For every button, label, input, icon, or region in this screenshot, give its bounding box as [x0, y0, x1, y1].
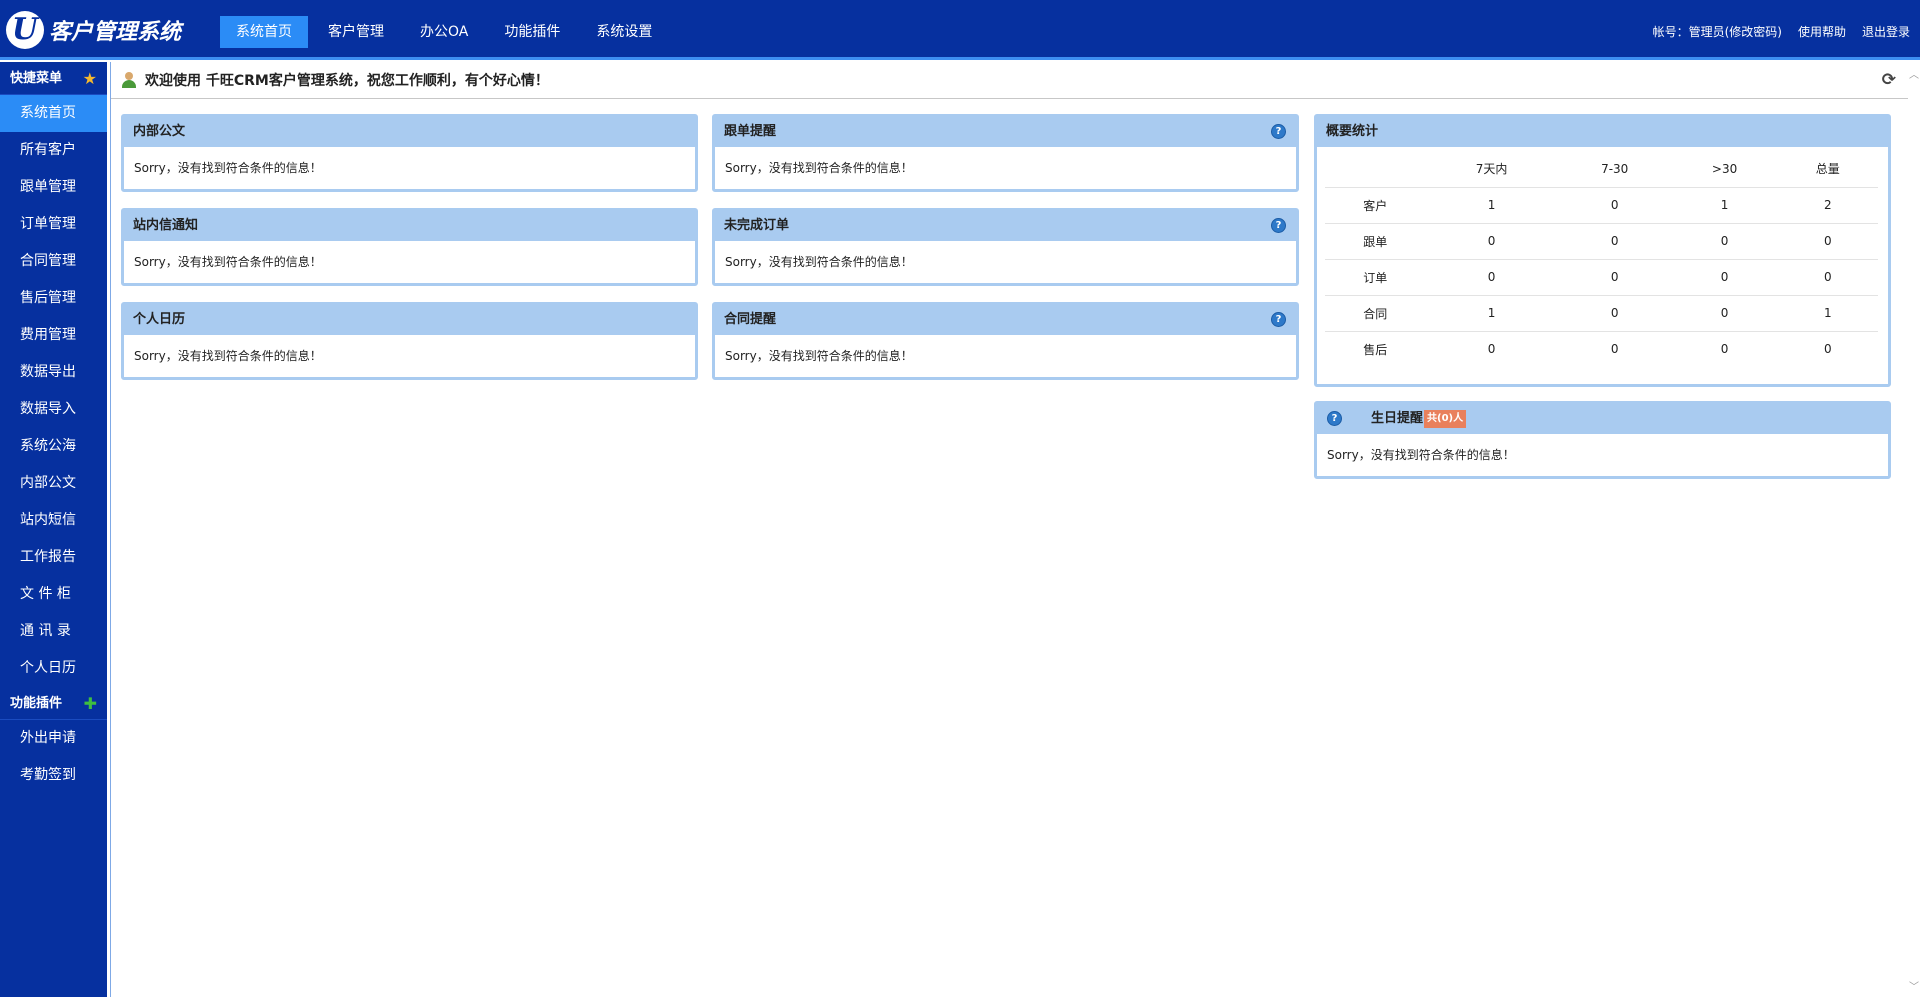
panel-calendar: 个人日历 Sorry，没有找到符合条件的信息！ — [121, 302, 698, 380]
sidebar-item-home[interactable]: 系统首页 — [0, 95, 107, 132]
sidebar-item-public-pool[interactable]: 系统公海 — [0, 428, 107, 465]
sidebar-item-followup[interactable]: 跟单管理 — [0, 169, 107, 206]
panel-empty-msg: Sorry，没有找到符合条件的信息！ — [725, 349, 913, 363]
sidebar-item-orders[interactable]: 订单管理 — [0, 206, 107, 243]
sidebar-group-title: 功能插件 — [10, 696, 63, 711]
panel-title: 个人日历 — [124, 305, 695, 335]
table-row: 客户 1 0 1 2 — [1325, 186, 1878, 223]
table-row: 售后 0 0 0 0 — [1325, 330, 1878, 367]
sidebar-item-data-import[interactable]: 数据导入 — [0, 391, 107, 428]
welcome-bar: 欢迎使用 千旺CRM客户管理系统，祝您工作顺利，有个好心情！ ⟳ — [111, 62, 1908, 99]
panel-title: 合同提醒 — [724, 312, 777, 327]
nav-settings[interactable]: 系统设置 — [580, 16, 668, 48]
sidebar-item-contracts[interactable]: 合同管理 — [0, 243, 107, 280]
panel-title: 站内信通知 — [124, 211, 695, 241]
help-icon[interactable]: ? — [1327, 411, 1342, 426]
panel-title: 生日提醒 — [1371, 411, 1424, 426]
panel-empty-msg: Sorry，没有找到符合条件的信息！ — [134, 349, 322, 363]
panel-empty-msg: Sorry，没有找到符合条件的信息！ — [134, 255, 322, 269]
top-header: U 客户管理系统 系统首页 客户管理 办公OA 功能插件 系统设置 帐号：管理员… — [0, 0, 1920, 60]
sidebar-item-data-export[interactable]: 数据导出 — [0, 354, 107, 391]
panel-open-orders: 未完成订单 ? Sorry，没有找到符合条件的信息！ — [712, 208, 1299, 286]
welcome-text: 欢迎使用 千旺CRM客户管理系统，祝您工作顺利，有个好心情！ — [145, 73, 549, 89]
refresh-icon[interactable]: ⟳ — [1882, 70, 1896, 90]
sidebar-item-all-customers[interactable]: 所有客户 — [0, 132, 107, 169]
panel-title: 跟单提醒 — [724, 124, 777, 139]
sidebar-group-plugins: 功能插件 ✚ — [0, 687, 107, 720]
sidebar-item-internal-docs[interactable]: 内部公文 — [0, 465, 107, 502]
sidebar: 快捷菜单 ★ 系统首页 所有客户 跟单管理 订单管理 合同管理 售后管理 费用管… — [0, 62, 107, 997]
sidebar-group-title: 快捷菜单 — [10, 71, 63, 86]
nav-home[interactable]: 系统首页 — [220, 16, 308, 48]
scroll-up-icon[interactable]: ︿ — [1908, 66, 1920, 81]
logo-mark: U — [6, 11, 44, 49]
panel-title: 内部公文 — [124, 117, 695, 147]
top-links: 帐号：管理员(修改密码) 使用帮助 退出登录 — [1637, 23, 1910, 40]
panel-empty-msg: Sorry，没有找到符合条件的信息！ — [725, 255, 913, 269]
sidebar-item-after-sales[interactable]: 售后管理 — [0, 280, 107, 317]
sidebar-item-out-request[interactable]: 外出申请 — [0, 720, 107, 757]
help-icon[interactable]: ? — [1271, 124, 1286, 139]
puzzle-icon: ✚ — [83, 694, 97, 713]
sidebar-item-messages[interactable]: 站内短信 — [0, 502, 107, 539]
table-header-row: 7天内 7-30 >30 总量 — [1325, 151, 1878, 187]
main-content: 欢迎使用 千旺CRM客户管理系统，祝您工作顺利，有个好心情！ ⟳ 内部公文 So… — [110, 62, 1908, 997]
count-badge: 共(0)人 — [1424, 409, 1467, 428]
help-icon[interactable]: ? — [1271, 218, 1286, 233]
help-icon[interactable]: ? — [1271, 312, 1286, 327]
table-row: 订单 0 0 0 0 — [1325, 258, 1878, 295]
page-scrollbar[interactable]: ︿ ﹀ — [1908, 62, 1920, 997]
sidebar-group-quick: 快捷菜单 ★ — [0, 62, 107, 95]
col-7days: 7天内 — [1475, 162, 1508, 177]
panel-title: 概要统计 — [1317, 117, 1888, 147]
panel-internal-docs: 内部公文 Sorry，没有找到符合条件的信息！ — [121, 114, 698, 192]
user-icon — [121, 72, 137, 88]
sidebar-item-address-book[interactable]: 通 讯 录 — [0, 613, 107, 650]
nav-plugins[interactable]: 功能插件 — [488, 16, 576, 48]
sidebar-item-work-reports[interactable]: 工作报告 — [0, 539, 107, 576]
sidebar-item-calendar[interactable]: 个人日历 — [0, 650, 107, 687]
col-total: 总量 — [1815, 162, 1840, 177]
sidebar-item-file-cabinet[interactable]: 文 件 柜 — [0, 576, 107, 613]
panel-messages: 站内信通知 Sorry，没有找到符合条件的信息！ — [121, 208, 698, 286]
stats-table: 7天内 7-30 >30 总量 客户 1 0 1 2 跟单 0 0 0 0 订单… — [1325, 151, 1878, 367]
table-row: 跟单 0 0 0 0 — [1325, 222, 1878, 259]
panel-birthday-reminders: ? 生日提醒 共(0)人 Sorry，没有找到符合条件的信息！ — [1314, 401, 1891, 479]
nav-office-oa[interactable]: 办公OA — [404, 16, 484, 48]
nav-customers[interactable]: 客户管理 — [312, 16, 400, 48]
panel-contract-reminders: 合同提醒 ? Sorry，没有找到符合条件的信息！ — [712, 302, 1299, 380]
star-icon: ★ — [82, 69, 97, 88]
panel-empty-msg: Sorry，没有找到符合条件的信息！ — [134, 161, 322, 175]
panel-title: 未完成订单 — [724, 218, 790, 233]
scroll-down-icon[interactable]: ﹀ — [1908, 978, 1920, 993]
panel-followup: 跟单提醒 ? Sorry，没有找到符合条件的信息！ — [712, 114, 1299, 192]
logo[interactable]: U 客户管理系统 — [6, 10, 181, 50]
panel-summary-stats: 概要统计 7天内 7-30 >30 总量 客户 1 0 1 2 跟单 0 0 0… — [1314, 114, 1891, 387]
table-row: 合同 1 0 0 1 — [1325, 294, 1878, 331]
panel-empty-msg: Sorry，没有找到符合条件的信息！ — [725, 161, 913, 175]
col-7-30: 7-30 — [1601, 161, 1629, 176]
sidebar-item-attendance[interactable]: 考勤签到 — [0, 757, 107, 794]
sidebar-item-expenses[interactable]: 费用管理 — [0, 317, 107, 354]
account-link[interactable]: 帐号：管理员(修改密码) — [1653, 23, 1782, 40]
top-nav: 系统首页 客户管理 办公OA 功能插件 系统设置 — [220, 16, 672, 48]
panel-empty-msg: Sorry，没有找到符合条件的信息！ — [1327, 448, 1515, 462]
col-over-30: >30 — [1711, 161, 1738, 176]
help-link[interactable]: 使用帮助 — [1798, 23, 1846, 40]
app-title: 客户管理系统 — [49, 20, 182, 45]
logout-link[interactable]: 退出登录 — [1862, 23, 1910, 40]
